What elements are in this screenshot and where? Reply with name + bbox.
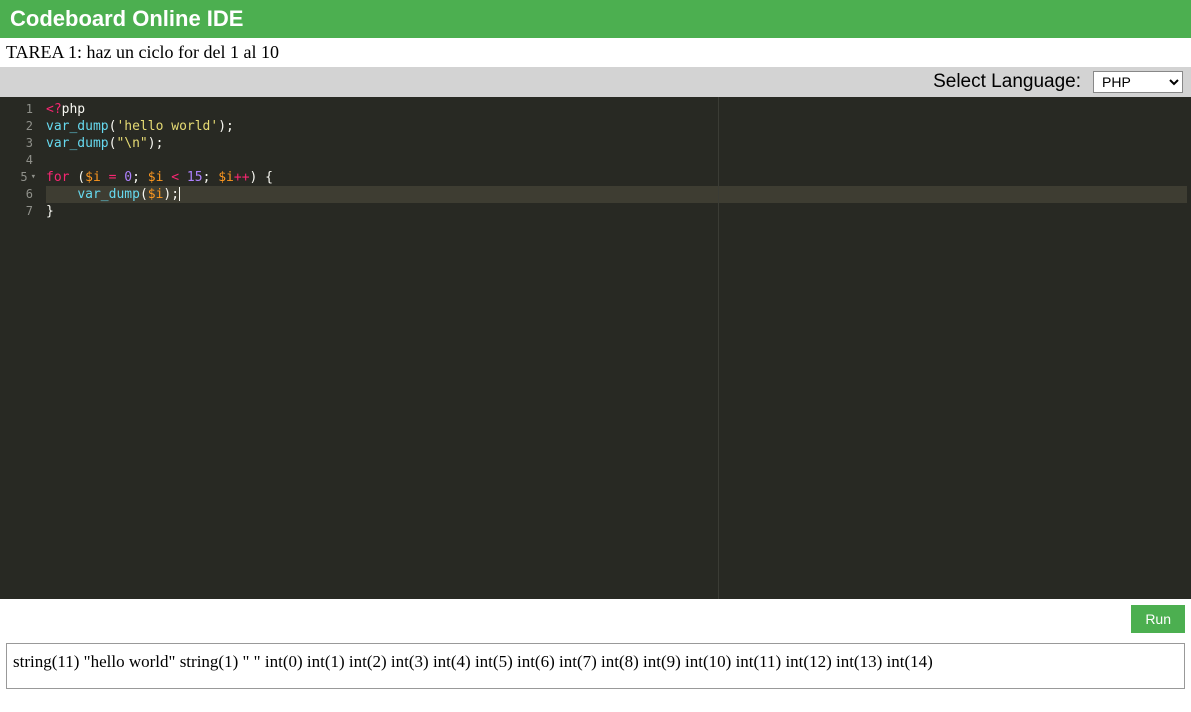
- task-description: TAREA 1: haz un ciclo for del 1 al 10: [0, 38, 1191, 67]
- language-label: Select Language:: [933, 71, 1081, 93]
- editor-pane[interactable]: 1 2 3 4 5▾ 6 7 <?php var_dump('hello wor…: [0, 97, 1191, 599]
- cursor-icon: [179, 187, 180, 201]
- code-line[interactable]: }: [46, 203, 1187, 220]
- gutter-line: 3: [4, 135, 36, 152]
- app-title: Codeboard Online IDE: [10, 6, 243, 31]
- gutter-line: 6: [4, 186, 36, 203]
- app-header: Codeboard Online IDE: [0, 0, 1191, 38]
- gutter-line: 1: [4, 101, 36, 118]
- code-line-active[interactable]: var_dump($i);: [46, 186, 1187, 203]
- code-line[interactable]: var_dump("\n");: [46, 135, 1187, 152]
- run-bar: Run: [0, 599, 1191, 639]
- gutter-line: 2: [4, 118, 36, 135]
- language-select[interactable]: PHP: [1093, 71, 1183, 93]
- code-line[interactable]: <?php: [46, 101, 1187, 118]
- task-text: TAREA 1: haz un ciclo for del 1 al 10: [6, 42, 279, 62]
- fold-icon[interactable]: ▾: [31, 169, 36, 186]
- run-button[interactable]: Run: [1131, 605, 1185, 633]
- editor-container: 1 2 3 4 5▾ 6 7 <?php var_dump('hello wor…: [0, 97, 1191, 599]
- line-gutter: 1 2 3 4 5▾ 6 7: [0, 97, 42, 599]
- code-line[interactable]: [46, 152, 1187, 169]
- code-line[interactable]: for ($i = 0; $i < 15; $i++) {: [46, 169, 1187, 186]
- gutter-line: 5▾: [4, 169, 36, 186]
- gutter-line: 7: [4, 203, 36, 220]
- toolbar: Select Language: PHP: [0, 67, 1191, 97]
- code-line[interactable]: var_dump('hello world');: [46, 118, 1187, 135]
- gutter-line: 4: [4, 152, 36, 169]
- output-box: string(11) "hello world" string(1) " " i…: [6, 643, 1185, 689]
- code-area[interactable]: <?php var_dump('hello world'); var_dump(…: [42, 97, 1191, 599]
- output-text: string(11) "hello world" string(1) " " i…: [13, 652, 933, 671]
